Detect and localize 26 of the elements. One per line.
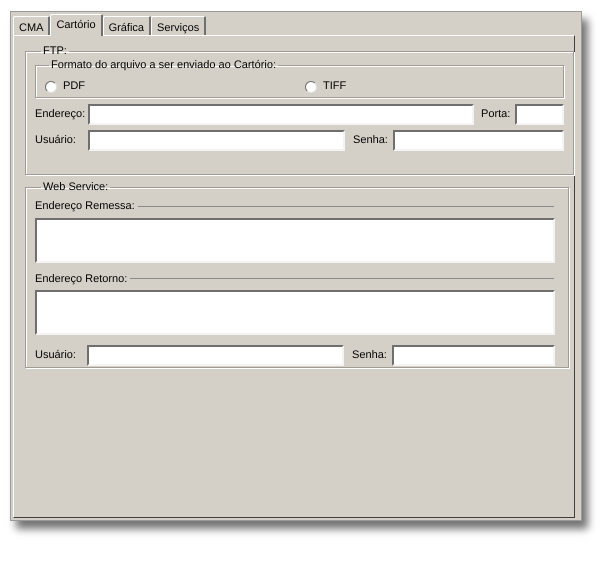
radio-option[interactable]: TIFF	[305, 78, 346, 95]
return-address-field[interactable]	[35, 290, 555, 335]
user-field[interactable]	[88, 130, 345, 151]
group-title: Formato do arquivo a ser enviado ao Cartório:	[50, 59, 278, 72]
field-label: Senha:	[353, 133, 389, 148]
password-field[interactable]	[392, 345, 555, 366]
group-title: FTP:	[42, 45, 68, 58]
field-label: Usuário:	[35, 348, 77, 364]
field-label: Porta:	[481, 107, 512, 122]
group-title: Web Service:	[42, 181, 110, 194]
tab[interactable]: Cartório	[50, 14, 103, 36]
send-address-field[interactable]	[35, 218, 555, 262]
field-label: Senha:	[352, 348, 388, 364]
password-field[interactable]	[393, 130, 564, 151]
radio-button[interactable]	[305, 80, 317, 92]
field-label: Usuário:	[35, 133, 77, 148]
radio-button[interactable]	[45, 80, 57, 92]
field-label: Endereço:	[35, 107, 86, 122]
field-label: Endereço Remessa:	[35, 199, 135, 214]
user-field[interactable]	[87, 345, 344, 366]
field-label: Endereço Retorno:	[35, 272, 128, 286]
address-field[interactable]	[88, 104, 474, 125]
tab[interactable]: Gráfica	[102, 16, 152, 35]
radio-option[interactable]: PDF	[45, 78, 305, 95]
tab[interactable]: Serviços	[151, 16, 206, 35]
port-field[interactable]	[515, 104, 564, 125]
